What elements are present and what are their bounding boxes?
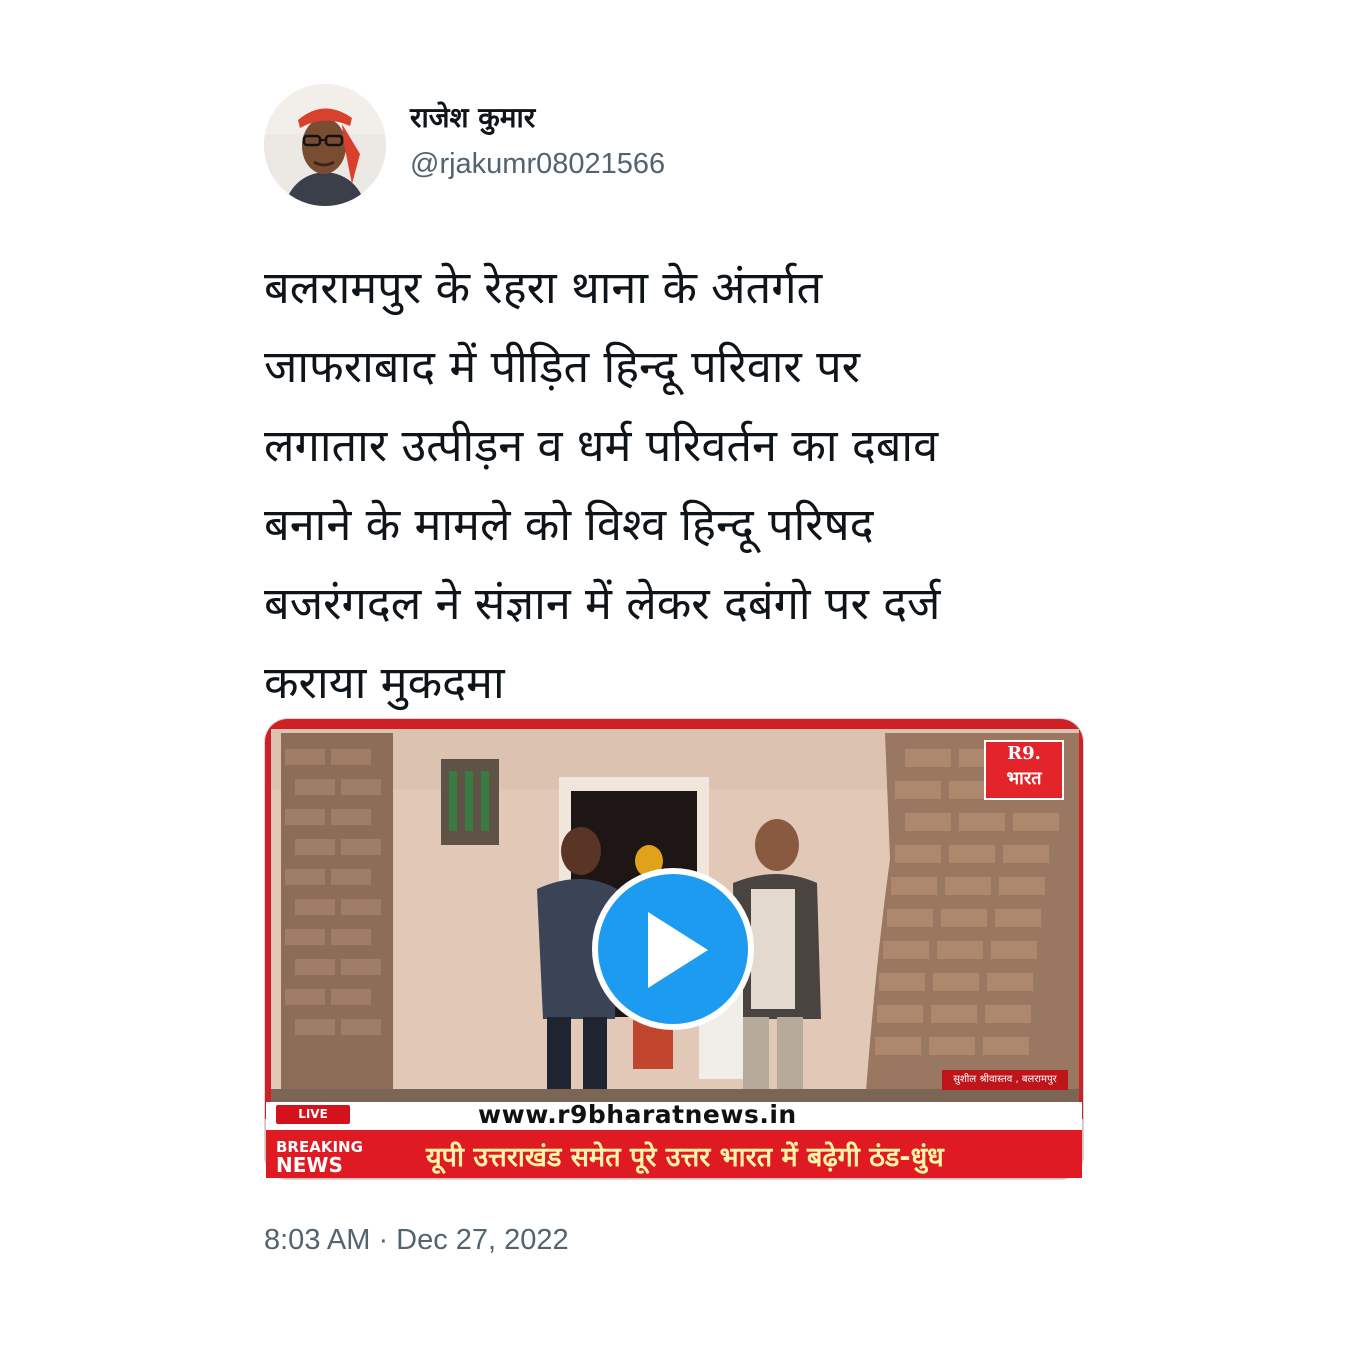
breaking-headline: यूपी उत्तराखंड समेत पूरे उत्तर भारत में … xyxy=(426,1142,944,1173)
live-badge: LIVE xyxy=(276,1105,350,1124)
avatar[interactable] xyxy=(264,84,386,206)
author-handle[interactable]: @rjakumr08021566 xyxy=(410,148,665,181)
tweet-text-line: लगातार उत्पीड़न व धर्म परिवर्तन का दबाव xyxy=(264,419,939,472)
tweet-text-line: बलरामपुर के रेहरा थाना के अंतर्गत xyxy=(264,261,823,314)
breaking-label-line2: NEWS xyxy=(276,1153,343,1177)
breaking-news-label: BREAKING NEWS xyxy=(276,1140,366,1177)
tweet-text-line: कराया मुकदमा xyxy=(264,656,505,709)
play-icon[interactable] xyxy=(648,912,708,988)
avatar-image xyxy=(264,84,386,206)
tweet-text: बलरामपुर के रेहरा थाना के अंतर्गत जाफराब… xyxy=(264,248,1104,722)
channel-logo-bottom: भारत xyxy=(1006,768,1042,789)
tweet-timestamp[interactable]: 8:03 AM · Dec 27, 2022 xyxy=(264,1224,569,1257)
tweet-text-line: जाफराबाद में पीड़ित हिन्दू परिवार पर xyxy=(264,340,861,393)
channel-logo-top: R9. xyxy=(1007,743,1041,764)
channel-logo: R9. भारत xyxy=(984,740,1064,800)
reporter-caption: सुशील श्रीवास्तव , बलरामपुर xyxy=(942,1070,1068,1090)
author-display-name[interactable]: राजेश कुमार xyxy=(410,98,535,136)
tweet-text-line: बजरंगदल ने संज्ञान में लेकर दबंगो पर दर्… xyxy=(264,577,941,630)
channel-url: www.r9bharatnews.in xyxy=(478,1100,797,1129)
tweet-text-line: बनाने के मामले को विश्व हिन्दू परिषद xyxy=(264,498,874,551)
